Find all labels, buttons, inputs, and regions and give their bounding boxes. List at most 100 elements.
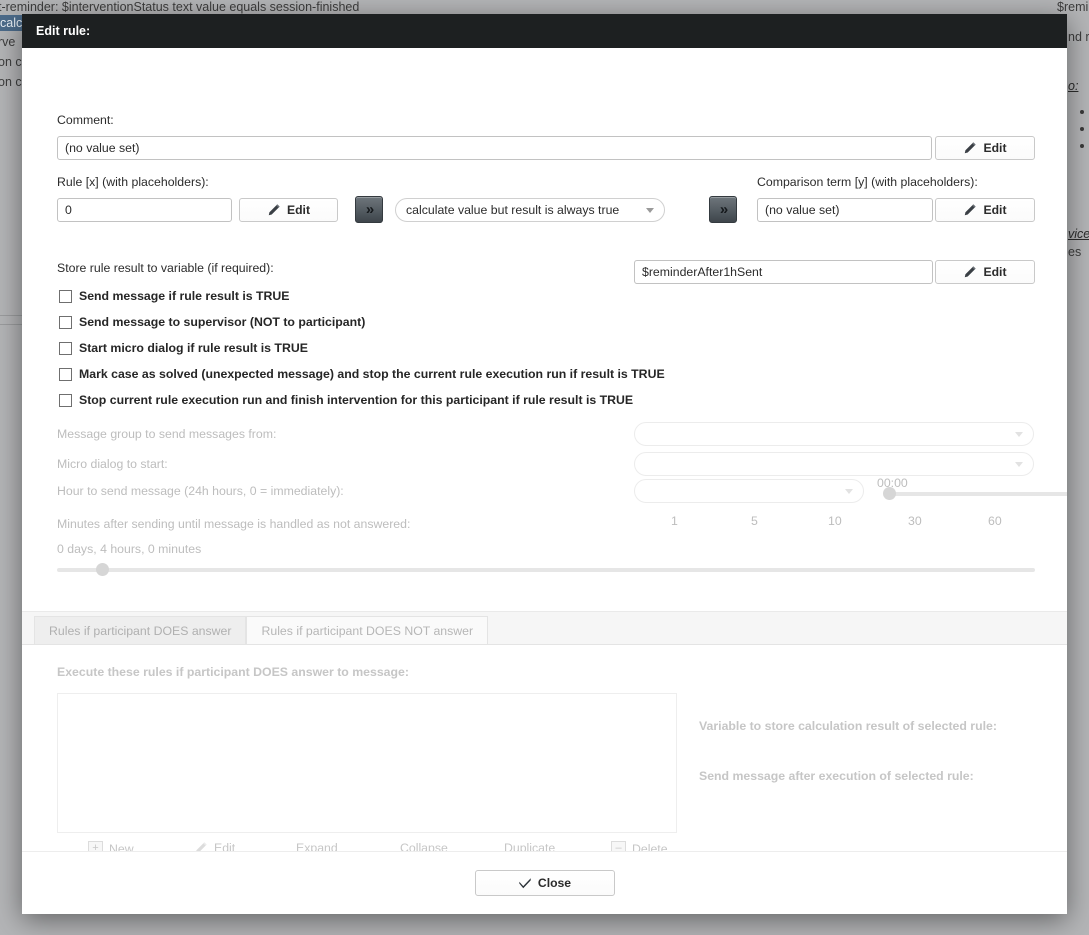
list-duplicate-button[interactable]: Duplicate	[504, 841, 555, 851]
minutes-tick-10: 10	[828, 514, 842, 528]
background-divider-2	[0, 324, 22, 325]
comment-input[interactable]: (no value set)	[57, 136, 932, 160]
comparison-label: Comparison term [y] (with placeholders):	[757, 175, 978, 189]
checkbox-label: Stop current rule execution run and fini…	[79, 393, 634, 407]
checkbox-label: Mark case as solved (unexpected message)…	[79, 367, 665, 381]
checkbox-stop-and-finish[interactable]: Stop current rule execution run and fini…	[59, 393, 633, 407]
checkbox-box[interactable]	[59, 315, 72, 329]
list-new-label: New	[109, 841, 134, 852]
tab-rules-does-not-answer[interactable]: Rules if participant DOES NOT answer	[246, 616, 489, 644]
comparison-input[interactable]: (no value set)	[757, 198, 933, 222]
variable-result-label: Variable to store calculation result of …	[699, 719, 997, 733]
list-delete-label: Delete	[632, 841, 668, 852]
rule-edit-label: Edit	[286, 203, 311, 217]
rule-input[interactable]: 0	[57, 198, 232, 222]
list-delete-button[interactable]: – Delete	[611, 841, 668, 851]
edit-rule-dialog: Edit rule: Comment: (no value set) Edit …	[22, 14, 1067, 914]
rule-edit-button[interactable]: Edit	[239, 198, 338, 222]
operator-select[interactable]: calculate value but result is always tru…	[395, 198, 665, 222]
dialog-body: Comment: (no value set) Edit Rule [x] (w…	[22, 48, 1067, 851]
pencil-icon	[965, 142, 977, 154]
minutes-tick-5: 5	[751, 514, 758, 528]
micro-dialog-label: Micro dialog to start:	[57, 457, 168, 471]
comparison-chevron-right-button[interactable]: »	[709, 196, 737, 223]
background-left-line-3: on c	[0, 75, 22, 89]
subsection-heading: Execute these rules if participant DOES …	[57, 665, 409, 679]
checkbox-mark-case-solved[interactable]: Mark case as solved (unexpected message)…	[59, 367, 665, 381]
comment-label: Comment:	[57, 113, 114, 127]
list-new-button[interactable]: + New	[88, 841, 134, 851]
minutes-tick-30: 30	[908, 514, 922, 528]
checkbox-label: Start micro dialog if rule result is TRU…	[79, 341, 308, 355]
minus-icon: –	[611, 841, 626, 851]
send-message-after-label: Send message after execution of selected…	[699, 769, 974, 783]
pencil-icon	[196, 842, 207, 851]
duration-slider-knob[interactable]	[96, 563, 109, 576]
pencil-icon	[965, 204, 977, 216]
tab-label: Rules if participant DOES NOT answer	[261, 623, 474, 638]
background-top-right-text: $remin	[1057, 0, 1089, 14]
rules-list-panel[interactable]	[57, 693, 677, 833]
rule-label: Rule [x] (with placeholders):	[57, 175, 209, 189]
comparison-edit-button[interactable]: Edit	[935, 198, 1035, 222]
tab-label: Rules if participant DOES answer	[49, 623, 232, 638]
tab-rules-does-answer[interactable]: Rules if participant DOES answer	[34, 616, 247, 644]
checkbox-box[interactable]	[59, 393, 72, 407]
minutes-tick-60: 60	[988, 514, 1002, 528]
chevron-down-icon	[1015, 461, 1023, 467]
store-variable-input[interactable]: $reminderAfter1hSent	[634, 260, 933, 284]
checkbox-start-micro-dialog[interactable]: Start micro dialog if rule result is TRU…	[59, 341, 308, 355]
hour-slider-knob[interactable]	[883, 487, 896, 500]
checkbox-label: Send message if rule result is TRUE	[79, 289, 290, 303]
background-top-text: t-reminder: $interventionStatus text val…	[0, 0, 360, 14]
list-expand-button[interactable]: Expand	[296, 841, 338, 851]
background-right-link[interactable]: o:	[1068, 79, 1078, 93]
checkbox-box[interactable]	[59, 367, 72, 381]
dialog-footer: Close	[22, 851, 1067, 914]
list-collapse-label: Collapse	[400, 841, 448, 851]
checkbox-box[interactable]	[59, 341, 72, 355]
background-selected-row: calc	[0, 15, 25, 31]
background-left-line-1: rve	[0, 35, 16, 49]
message-group-select[interactable]	[634, 422, 1034, 446]
background-bullet-3	[1080, 144, 1084, 148]
chevron-down-icon	[845, 488, 853, 494]
micro-dialog-select[interactable]	[634, 452, 1034, 476]
check-icon	[519, 878, 531, 889]
checkbox-send-to-supervisor[interactable]: Send message to supervisor (NOT to parti…	[59, 315, 365, 329]
checkbox-label: Send message to supervisor (NOT to parti…	[79, 315, 366, 329]
dialog-titlebar: Edit rule:	[22, 14, 1067, 48]
hour-to-send-label: Hour to send message (24h hours, 0 = imm…	[57, 484, 344, 498]
checkbox-send-message-if-true[interactable]: Send message if rule result is TRUE	[59, 289, 289, 303]
comment-edit-button[interactable]: Edit	[935, 136, 1035, 160]
hour-slider-track[interactable]	[884, 492, 1067, 496]
background-right-line-0: nd r	[1068, 30, 1089, 44]
checkbox-box[interactable]	[59, 289, 72, 303]
list-edit-button[interactable]: Edit	[194, 841, 235, 851]
operator-select-value: calculate value but result is always tru…	[406, 203, 620, 217]
close-button[interactable]: Close	[474, 870, 615, 896]
hour-to-send-select[interactable]	[634, 479, 864, 503]
plus-icon: +	[88, 841, 103, 851]
list-duplicate-label: Duplicate	[504, 841, 556, 851]
list-collapse-button[interactable]: Collapse	[400, 841, 448, 851]
tabstrip: Rules if participant DOES answer Rules i…	[22, 611, 1067, 645]
store-variable-edit-label: Edit	[983, 265, 1007, 279]
background-right-link-2[interactable]: vice	[1068, 227, 1089, 241]
background-bullet-1	[1080, 110, 1084, 114]
pencil-icon	[965, 266, 977, 278]
minutes-tick-1: 1	[671, 514, 678, 528]
comparison-edit-label: Edit	[983, 203, 1007, 217]
list-expand-label: Expand	[296, 841, 338, 851]
chevron-down-icon	[1015, 431, 1023, 437]
close-button-label: Close	[537, 876, 572, 890]
background-left-line-2: on c	[0, 55, 22, 69]
rule-chevron-right-button[interactable]: »	[355, 196, 383, 223]
store-variable-edit-button[interactable]: Edit	[935, 260, 1035, 284]
minutes-not-answered-label: Minutes after sending until message is h…	[57, 517, 411, 531]
chevron-down-icon	[646, 207, 654, 213]
duration-slider-track[interactable]	[57, 568, 1035, 572]
background-bullet-2	[1080, 127, 1084, 131]
list-edit-label: Edit	[214, 841, 236, 851]
pencil-icon	[268, 204, 280, 216]
